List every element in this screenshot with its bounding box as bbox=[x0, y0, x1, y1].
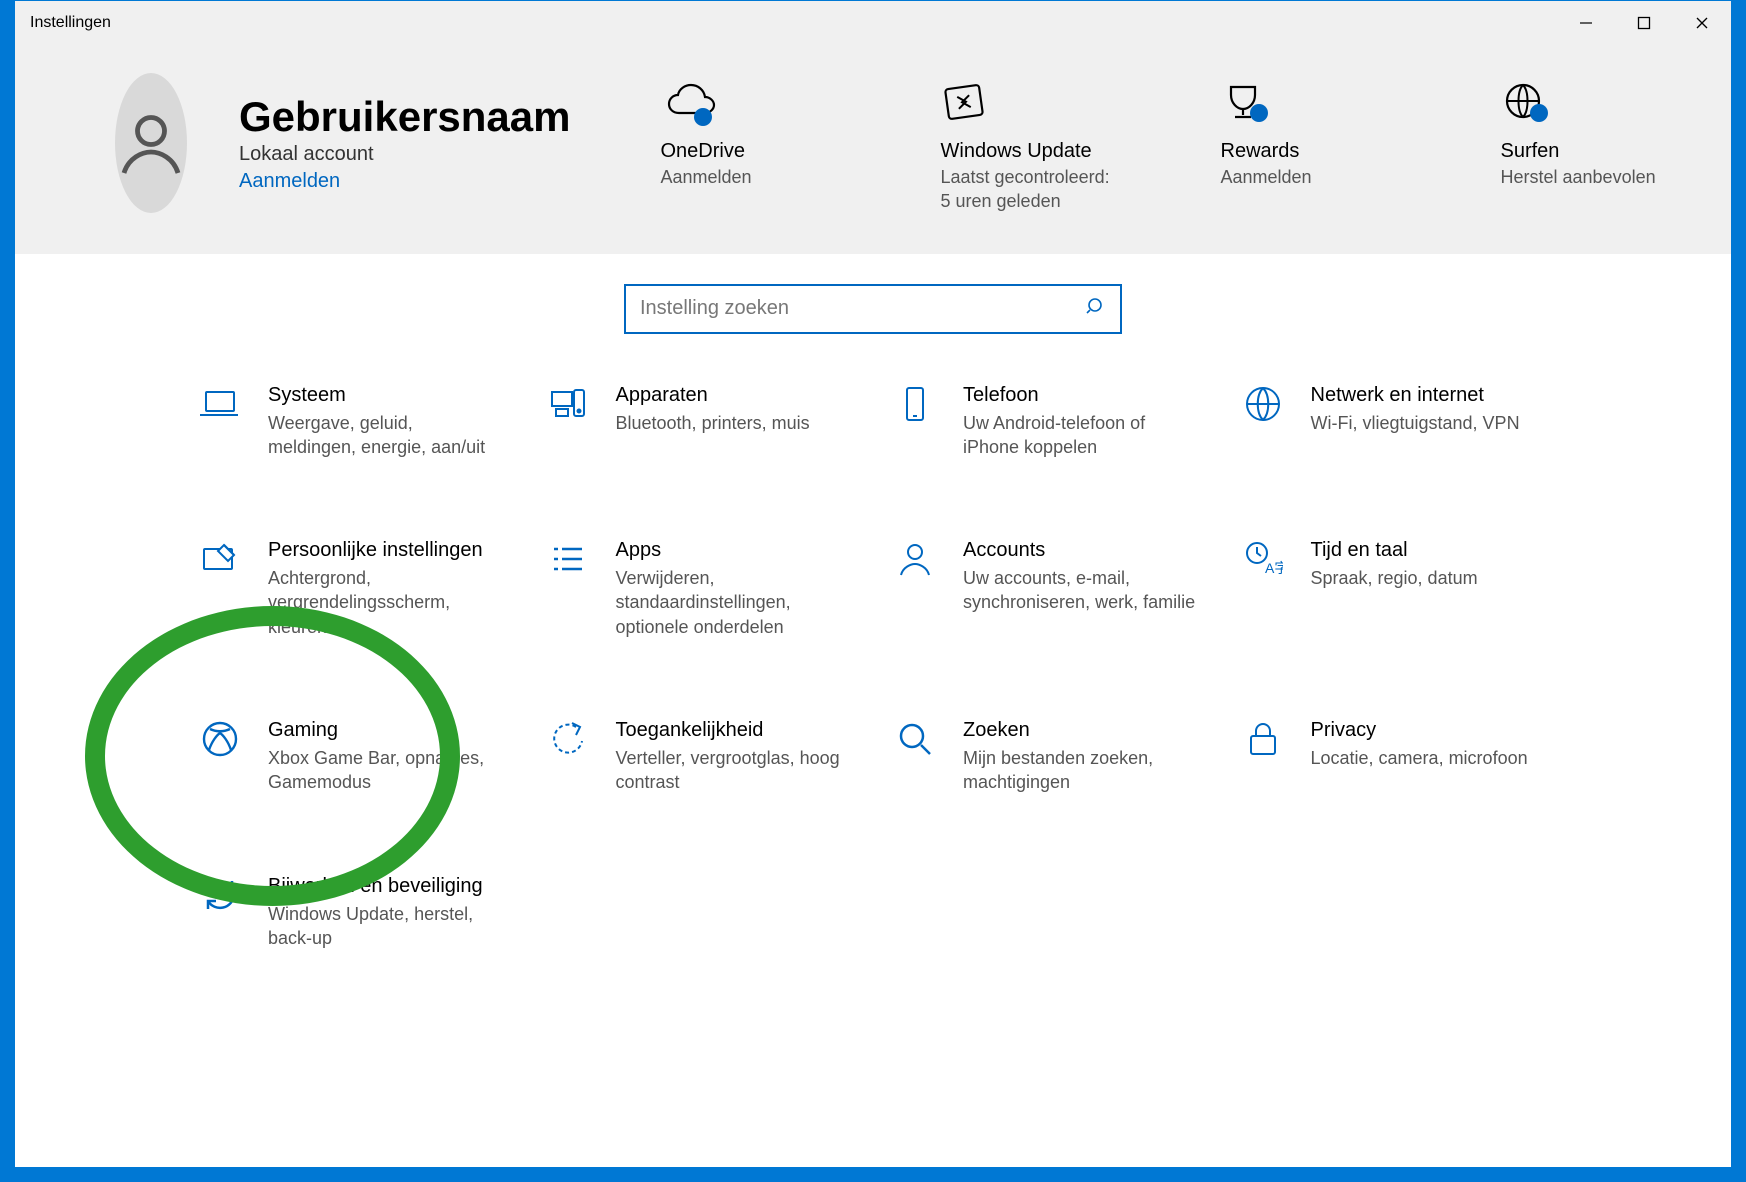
search-icon bbox=[1086, 296, 1106, 322]
status-rewards[interactable]: Rewards Aanmelden bbox=[1221, 73, 1391, 189]
tile-title: Tijd en taal bbox=[1311, 539, 1478, 562]
user-info: Gebruikersnaam Lokaal account Aanmelden bbox=[239, 93, 571, 193]
status-sub: Laatst gecontroleerd: 5 uren geleden bbox=[941, 165, 1111, 214]
search-icon bbox=[893, 719, 937, 763]
status-tiles: OneDrive Aanmelden Windows Update Laatst… bbox=[661, 73, 1671, 214]
tile-desc: Mijn bestanden zoeken, machtigingen bbox=[963, 746, 1201, 795]
avatar[interactable] bbox=[115, 73, 187, 213]
laptop-icon bbox=[198, 384, 242, 428]
tile-title: Accounts bbox=[963, 539, 1201, 562]
window-controls bbox=[1557, 1, 1731, 45]
status-title: OneDrive bbox=[661, 140, 831, 163]
search-box[interactable] bbox=[624, 284, 1122, 334]
sync-icon bbox=[198, 875, 242, 919]
status-windows-update[interactable]: Windows Update Laatst gecontroleerd: 5 u… bbox=[941, 73, 1111, 214]
tile-title: Systeem bbox=[268, 384, 506, 407]
tile-gaming[interactable]: Gaming Xbox Game Bar, opnames, Gamemodus bbox=[198, 719, 506, 795]
tile-desc: Weergave, geluid, meldingen, energie, aa… bbox=[268, 411, 506, 460]
status-title: Surfen bbox=[1501, 140, 1671, 163]
tile-desc: Verteller, vergrootglas, hoog contrast bbox=[616, 746, 854, 795]
devices-icon bbox=[546, 384, 590, 428]
window-title: Instellingen bbox=[30, 14, 111, 32]
tile-accounts[interactable]: Accounts Uw accounts, e-mail, synchronis… bbox=[893, 539, 1201, 639]
tile-title: Telefoon bbox=[963, 384, 1201, 407]
tile-title: Toegankelijkheid bbox=[616, 719, 854, 742]
cloud-icon bbox=[661, 73, 831, 138]
tile-desc: Spraak, regio, datum bbox=[1311, 566, 1478, 590]
status-browser[interactable]: Surfen Herstel aanbevolen bbox=[1501, 73, 1671, 189]
search-input[interactable] bbox=[640, 297, 1086, 320]
titlebar: Instellingen bbox=[15, 1, 1731, 45]
user-account-type: Lokaal account bbox=[239, 143, 571, 166]
tile-desc: Achtergrond, vergrendelingsscherm, kleur… bbox=[268, 566, 506, 639]
lock-icon bbox=[1241, 719, 1285, 763]
person-icon bbox=[893, 539, 937, 583]
svg-text:A字: A字 bbox=[1265, 560, 1283, 576]
tile-privacy[interactable]: Privacy Locatie, camera, microfoon bbox=[1241, 719, 1549, 795]
tile-desc: Wi-Fi, vliegtuigstand, VPN bbox=[1311, 411, 1520, 435]
tile-title: Gaming bbox=[268, 719, 506, 742]
status-sub: Herstel aanbevolen bbox=[1501, 165, 1671, 189]
tile-title: Zoeken bbox=[963, 719, 1201, 742]
tile-desc: Uw Android-telefoon of iPhone koppelen bbox=[963, 411, 1201, 460]
user-name: Gebruikersnaam bbox=[239, 93, 571, 141]
tile-title: Apps bbox=[616, 539, 854, 562]
header-area: Gebruikersnaam Lokaal account Aanmelden … bbox=[15, 45, 1731, 254]
status-sub: Aanmelden bbox=[661, 165, 831, 189]
xbox-icon bbox=[198, 719, 242, 763]
status-sub: Aanmelden bbox=[1221, 165, 1391, 189]
globe-icon bbox=[1241, 384, 1285, 428]
settings-window: Instellingen Gebruikersnaam Lokaal accou… bbox=[14, 0, 1732, 1168]
tile-title: Privacy bbox=[1311, 719, 1528, 742]
tile-title: Apparaten bbox=[616, 384, 810, 407]
tile-phone[interactable]: Telefoon Uw Android-telefoon of iPhone k… bbox=[893, 384, 1201, 460]
update-icon bbox=[941, 73, 1111, 138]
tile-network[interactable]: Netwerk en internet Wi-Fi, vliegtuigstan… bbox=[1241, 384, 1549, 460]
tile-desc: Locatie, camera, microfoon bbox=[1311, 746, 1528, 770]
phone-icon bbox=[893, 384, 937, 428]
close-button[interactable] bbox=[1673, 1, 1731, 45]
tile-personalize[interactable]: Persoonlijke instellingen Achtergrond, v… bbox=[198, 539, 506, 639]
tile-update-security[interactable]: Bijwerken en beveiliging Windows Update,… bbox=[198, 875, 506, 951]
tile-desc: Xbox Game Bar, opnames, Gamemodus bbox=[268, 746, 506, 795]
tile-system[interactable]: Systeem Weergave, geluid, meldingen, ene… bbox=[198, 384, 506, 460]
apps-icon bbox=[546, 539, 590, 583]
globe-icon bbox=[1501, 73, 1671, 138]
tile-time-language[interactable]: A字 Tijd en taal Spraak, regio, datum bbox=[1241, 539, 1549, 639]
tile-desc: Bluetooth, printers, muis bbox=[616, 411, 810, 435]
tile-apps[interactable]: Apps Verwijderen, standaardinstellingen,… bbox=[546, 539, 854, 639]
tile-desc: Windows Update, herstel, back-up bbox=[268, 902, 506, 951]
tile-search[interactable]: Zoeken Mijn bestanden zoeken, machtiging… bbox=[893, 719, 1201, 795]
tile-devices[interactable]: Apparaten Bluetooth, printers, muis bbox=[546, 384, 854, 460]
status-title: Rewards bbox=[1221, 140, 1391, 163]
tile-title: Persoonlijke instellingen bbox=[268, 539, 506, 562]
time-language-icon: A字 bbox=[1241, 539, 1285, 583]
main-area: Systeem Weergave, geluid, meldingen, ene… bbox=[15, 254, 1731, 1167]
tile-accessibility[interactable]: Toegankelijkheid Verteller, vergrootglas… bbox=[546, 719, 854, 795]
tile-desc: Verwijderen, standaardinstellingen, opti… bbox=[616, 566, 854, 639]
rewards-icon bbox=[1221, 73, 1391, 138]
accessibility-icon bbox=[546, 719, 590, 763]
status-onedrive[interactable]: OneDrive Aanmelden bbox=[661, 73, 831, 189]
maximize-button[interactable] bbox=[1615, 1, 1673, 45]
status-title: Windows Update bbox=[941, 140, 1111, 163]
tile-title: Bijwerken en beveiliging bbox=[268, 875, 506, 898]
minimize-button[interactable] bbox=[1557, 1, 1615, 45]
user-signin-link[interactable]: Aanmelden bbox=[239, 170, 571, 193]
tile-desc: Uw accounts, e-mail, synchroniseren, wer… bbox=[963, 566, 1201, 615]
personalize-icon bbox=[198, 539, 242, 583]
categories-grid: Systeem Weergave, geluid, meldingen, ene… bbox=[198, 384, 1548, 951]
tile-title: Netwerk en internet bbox=[1311, 384, 1520, 407]
